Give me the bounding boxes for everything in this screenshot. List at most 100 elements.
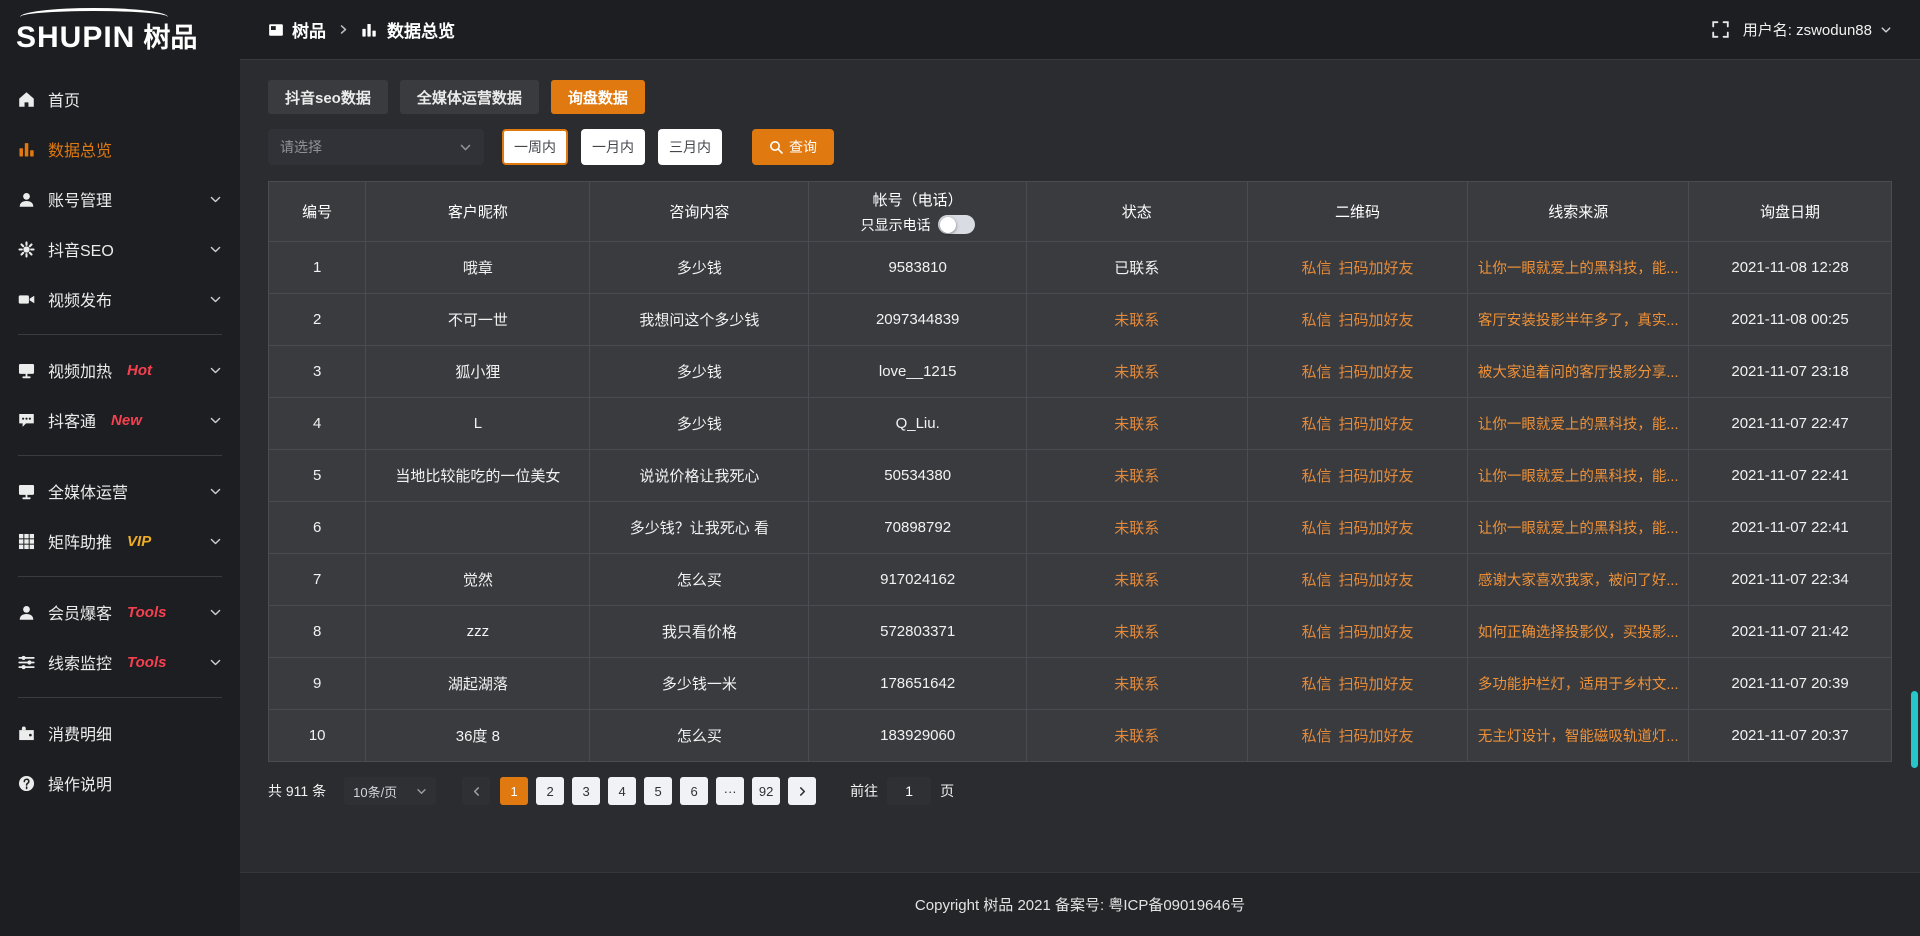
source-link[interactable]: 让你一眼就爱上的黑科技，能... bbox=[1478, 417, 1679, 433]
qr-action-link[interactable]: 私信 bbox=[1301, 416, 1331, 433]
source-link[interactable]: 让你一眼就爱上的黑科技，能... bbox=[1478, 469, 1679, 485]
cell-nickname: 湖起湖落 bbox=[366, 658, 590, 710]
page-button-3[interactable]: 3 bbox=[572, 777, 600, 805]
tab-douyin-seo-data[interactable]: 抖音seo数据 bbox=[268, 80, 388, 114]
chevron-right-icon bbox=[797, 786, 808, 797]
tab-media-ops-data[interactable]: 全媒体运营数据 bbox=[400, 80, 539, 114]
fullscreen-icon[interactable] bbox=[1712, 21, 1729, 38]
page-size-select[interactable]: 10条/页 bbox=[344, 777, 436, 805]
page-button-92[interactable]: 92 bbox=[752, 777, 780, 805]
sidebar-item-grid[interactable]: 矩阵助推VIP bbox=[0, 516, 240, 566]
qr-action-link[interactable]: 扫码加好友 bbox=[1338, 520, 1413, 537]
qr-action-link[interactable]: 扫码加好友 bbox=[1338, 312, 1413, 329]
cell-account: 70898792 bbox=[809, 502, 1026, 554]
sidebar-item-label: 数据总览 bbox=[48, 137, 112, 161]
period-button-quarter[interactable]: 三月内 bbox=[658, 129, 722, 165]
sidebar-item-chat[interactable]: 抖客通New bbox=[0, 395, 240, 445]
sidebar-item-user[interactable]: 账号管理 bbox=[0, 174, 240, 224]
qr-action-link[interactable]: 私信 bbox=[1301, 624, 1331, 641]
qr-action-link[interactable]: 私信 bbox=[1301, 312, 1331, 329]
prev-page-button[interactable] bbox=[462, 777, 490, 805]
qr-action-link[interactable]: 扫码加好友 bbox=[1338, 572, 1413, 589]
chat-icon bbox=[18, 412, 35, 429]
chevron-down-icon bbox=[416, 786, 427, 797]
phone-only-toggle[interactable] bbox=[938, 215, 975, 234]
source-link[interactable]: 让你一眼就爱上的黑科技，能... bbox=[1478, 521, 1679, 537]
sidebar-item-bar-chart[interactable]: 数据总览 bbox=[0, 124, 240, 174]
period-button-week[interactable]: 一周内 bbox=[502, 129, 568, 165]
source-link[interactable]: 客厅安装投影半年多了，真实... bbox=[1478, 313, 1679, 329]
search-icon bbox=[769, 140, 783, 154]
scrollbar-thumb[interactable] bbox=[1911, 691, 1918, 768]
qr-action-link[interactable]: 私信 bbox=[1301, 572, 1331, 589]
sidebar-item-label: 抖客通 bbox=[48, 408, 96, 432]
cell-date: 2021-11-07 22:47 bbox=[1689, 398, 1892, 450]
sidebar-item-home[interactable]: 首页 bbox=[0, 74, 240, 124]
sidebar-item-monitor[interactable]: 全媒体运营 bbox=[0, 466, 240, 516]
source-link[interactable]: 无主灯设计，智能磁吸轨道灯... bbox=[1478, 729, 1679, 745]
qr-action-link[interactable]: 扫码加好友 bbox=[1338, 468, 1413, 485]
filter-select[interactable]: 请选择 bbox=[268, 129, 484, 165]
source-link[interactable]: 感谢大家喜欢我家，被问了好... bbox=[1478, 573, 1679, 589]
sidebar-item-video-camera[interactable]: 视频发布 bbox=[0, 274, 240, 324]
sidebar-item-screen-heat[interactable]: 视频加热Hot bbox=[0, 345, 240, 395]
cell-content: 怎么买 bbox=[590, 554, 809, 606]
qr-action-link[interactable]: 私信 bbox=[1301, 728, 1331, 745]
more-pages-button[interactable]: ··· bbox=[716, 777, 744, 805]
wallet-icon bbox=[18, 725, 35, 742]
cell-date: 2021-11-07 23:18 bbox=[1689, 346, 1892, 398]
breadcrumb-current: 数据总览 bbox=[387, 17, 455, 42]
sidebar-item-sliders[interactable]: 线索监控Tools bbox=[0, 637, 240, 687]
search-button[interactable]: 查询 bbox=[752, 129, 834, 165]
qr-action-link[interactable]: 私信 bbox=[1301, 468, 1331, 485]
source-link[interactable]: 如何正确选择投影仪，买投影... bbox=[1478, 625, 1679, 641]
home-icon bbox=[18, 91, 35, 108]
chevron-down-icon bbox=[209, 414, 222, 427]
page-button-4[interactable]: 4 bbox=[608, 777, 636, 805]
chevron-down-icon bbox=[209, 293, 222, 306]
cell-account: 917024162 bbox=[809, 554, 1026, 606]
cell-source: 让你一眼就爱上的黑科技，能... bbox=[1468, 398, 1689, 450]
table-row: 5当地比较能吃的一位美女说说价格让我死心50534380未联系私信扫码加好友让你… bbox=[269, 450, 1892, 502]
cell-account: 50534380 bbox=[809, 450, 1026, 502]
source-link[interactable]: 多功能护栏灯，适用于乡村文... bbox=[1478, 677, 1679, 693]
qr-action-link[interactable]: 私信 bbox=[1301, 260, 1331, 277]
cell-content: 多少钱 bbox=[590, 398, 809, 450]
qr-action-link[interactable]: 扫码加好友 bbox=[1338, 416, 1413, 433]
username-menu[interactable]: 用户名: zswodun88 bbox=[1743, 19, 1872, 40]
sidebar-item-member[interactable]: 会员爆客Tools bbox=[0, 587, 240, 637]
next-page-button[interactable] bbox=[788, 777, 816, 805]
cell-content: 多少钱一米 bbox=[590, 658, 809, 710]
sidebar-item-question[interactable]: 操作说明 bbox=[0, 758, 240, 808]
qr-action-link[interactable]: 私信 bbox=[1301, 520, 1331, 537]
source-link[interactable]: 被大家追着问的客厅投影分享... bbox=[1478, 365, 1679, 381]
sidebar-item-label: 线索监控 bbox=[48, 650, 112, 674]
page-button-1[interactable]: 1 bbox=[500, 777, 528, 805]
qr-action-link[interactable]: 私信 bbox=[1301, 676, 1331, 693]
sidebar-item-gear[interactable]: 抖音SEO bbox=[0, 224, 240, 274]
cell-content: 多少钱 bbox=[590, 242, 809, 294]
goto-page-input[interactable]: 1 bbox=[887, 777, 931, 805]
copyright-text: Copyright 树品 2021 备案号: 粤ICP备09019646号 bbox=[915, 894, 1245, 915]
tab-inquiry-data[interactable]: 询盘数据 bbox=[551, 80, 645, 114]
table-row: 1哦章多少钱9583810已联系私信扫码加好友让你一眼就爱上的黑科技，能...2… bbox=[269, 242, 1892, 294]
qr-action-link[interactable]: 扫码加好友 bbox=[1338, 676, 1413, 693]
period-button-month[interactable]: 一月内 bbox=[581, 129, 645, 165]
sidebar-item-badge: Tools bbox=[127, 604, 166, 621]
cell-status: 未联系 bbox=[1026, 710, 1247, 762]
cell-account: 9583810 bbox=[809, 242, 1026, 294]
page-button-2[interactable]: 2 bbox=[536, 777, 564, 805]
source-link[interactable]: 让你一眼就爱上的黑科技，能... bbox=[1478, 261, 1679, 277]
page-button-6[interactable]: 6 bbox=[680, 777, 708, 805]
qr-action-link[interactable]: 扫码加好友 bbox=[1338, 728, 1413, 745]
chevron-down-icon[interactable] bbox=[1880, 24, 1892, 36]
qr-action-link[interactable]: 扫码加好友 bbox=[1338, 260, 1413, 277]
breadcrumb-root[interactable]: 树品 bbox=[292, 17, 326, 42]
cell-status: 未联系 bbox=[1026, 606, 1247, 658]
qr-action-link[interactable]: 扫码加好友 bbox=[1338, 624, 1413, 641]
qr-action-link[interactable]: 扫码加好友 bbox=[1338, 364, 1413, 381]
cell-qrcode: 私信扫码加好友 bbox=[1247, 502, 1468, 554]
qr-action-link[interactable]: 私信 bbox=[1301, 364, 1331, 381]
page-button-5[interactable]: 5 bbox=[644, 777, 672, 805]
sidebar-item-wallet[interactable]: 消费明细 bbox=[0, 708, 240, 758]
